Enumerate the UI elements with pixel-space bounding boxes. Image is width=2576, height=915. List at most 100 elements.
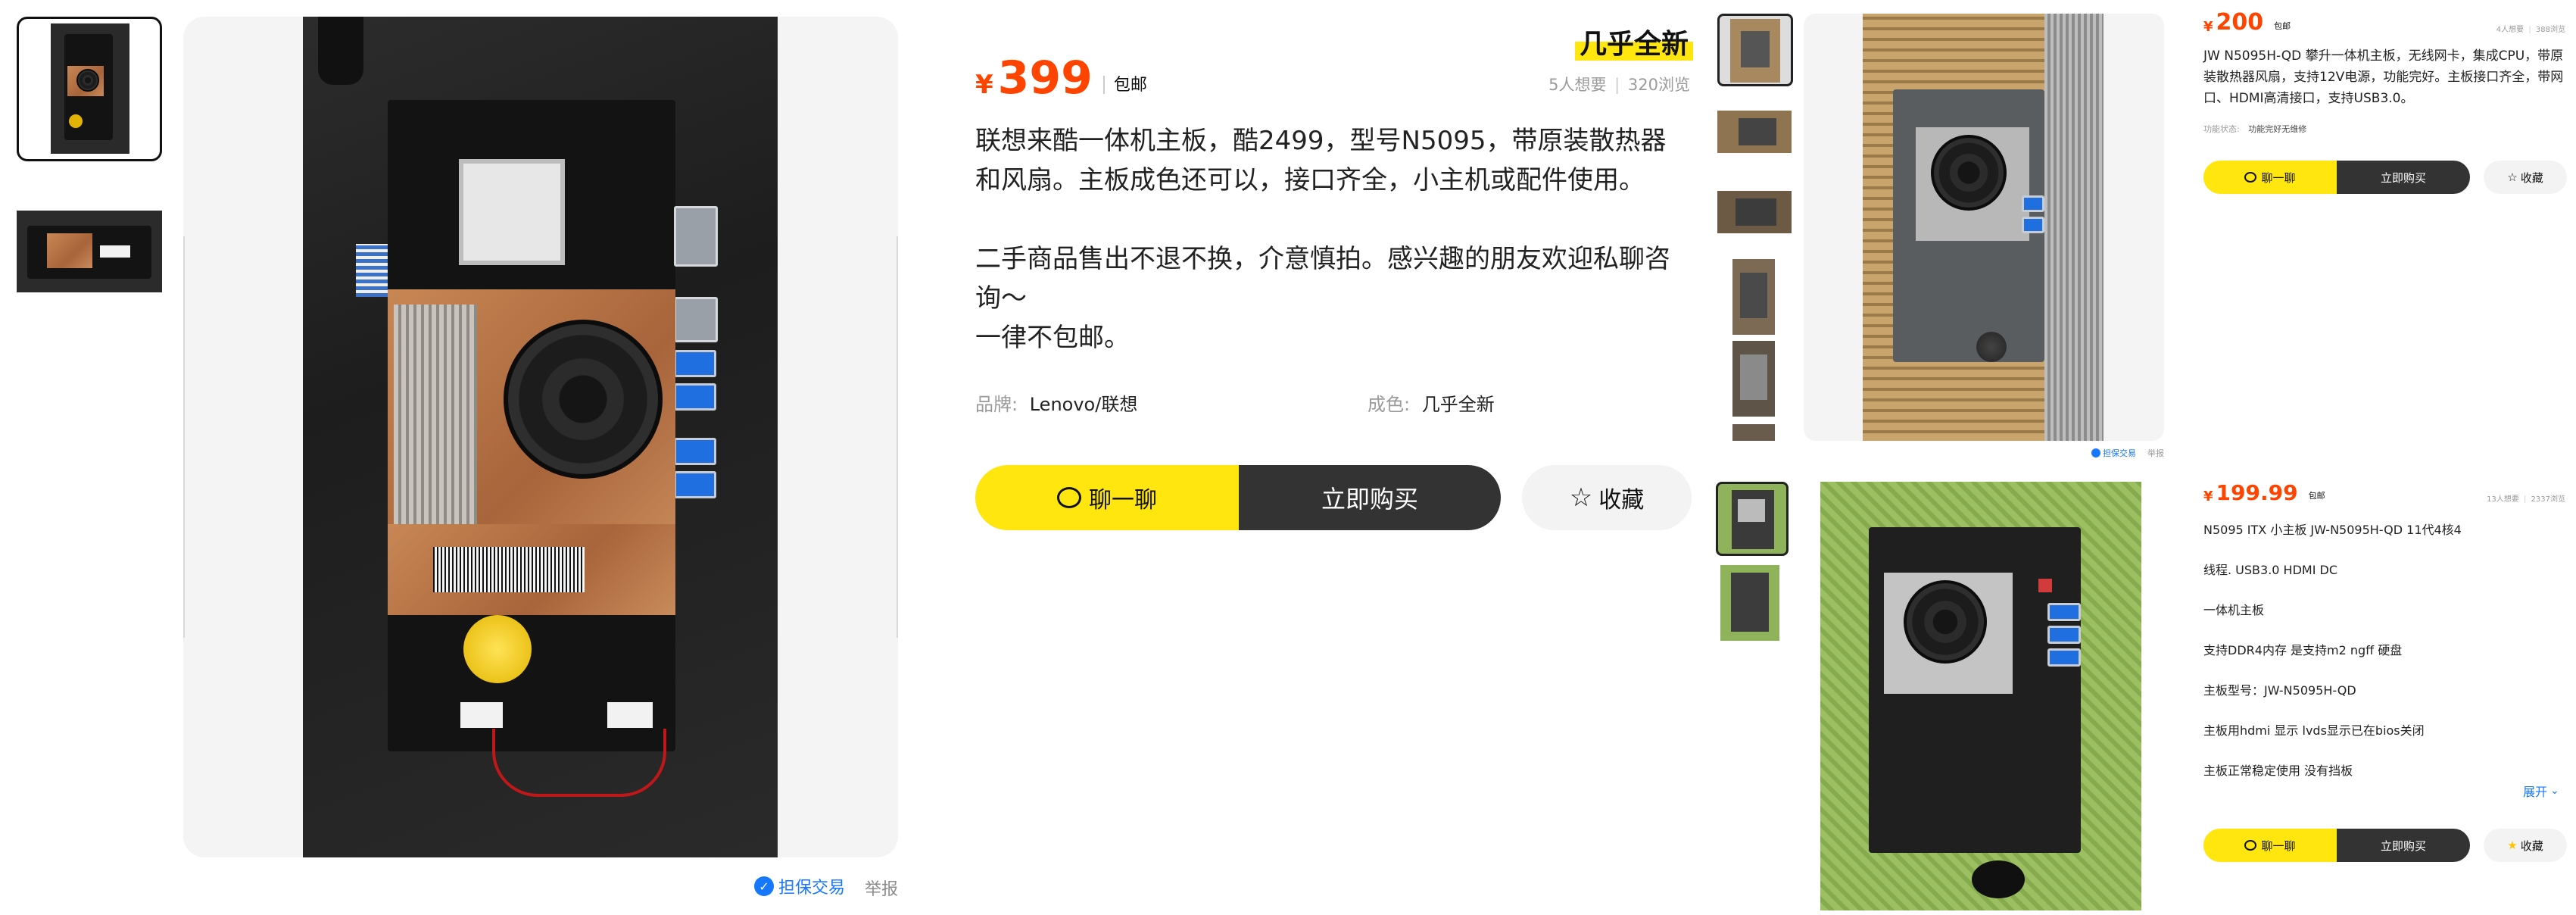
rt-thumbnail-6[interactable] (1732, 424, 1775, 441)
rb-thumbnail-1-selected[interactable] (1716, 482, 1789, 556)
rt-thumbnail-1-selected[interactable] (1717, 14, 1793, 86)
rt-main-image-card[interactable] (1804, 14, 2164, 441)
rt-thumbnail-2[interactable] (1717, 111, 1792, 153)
rb-description-line: 支持DDR4内存 是支持m2 ngff 硬盘 (2203, 643, 2403, 657)
guarantee-badge[interactable]: ✓ 担保交易 (754, 873, 845, 900)
rt-star-icon: ☆ (2507, 170, 2518, 184)
favorite-button[interactable]: ☆ 收藏 (1522, 465, 1692, 530)
rt-function-value: 功能完好无维修 (2248, 124, 2307, 134)
price-divider (1102, 76, 1105, 94)
rb-favorite-label: 收藏 (2520, 838, 2543, 853)
rb-expand-link[interactable]: 展开 ⌄ (2523, 782, 2559, 800)
condition-badge-label: 几乎全新 (1580, 29, 1689, 60)
rt-stats-row: 4人想要 | 388浏览 (2496, 26, 2565, 34)
rb-description-line: N5095 ITX 小主板 JW-N5095H-QD 11代4核4 (2203, 523, 2462, 537)
rt-thumbnail-4[interactable] (1732, 259, 1775, 335)
rt-function-status: 功能状态: 功能完好无维修 (2203, 123, 2306, 135)
rt-description: JW N5095H-QD 攀升一体机主板，无线网卡，集成CPU，带原装散热器风扇… (2203, 48, 2564, 106)
rt-price-value: 200 (2216, 9, 2264, 36)
rt-buy-now-button[interactable]: 立即购买 (2337, 161, 2470, 194)
stats-row: 5人想要 | 320浏览 (1548, 76, 1690, 94)
rb-price-currency: ¥ (2203, 489, 2213, 504)
description-line: 二手商品售出不退不换，介意慎拍。感兴趣的朋友欢迎私聊咨 (975, 244, 1670, 274)
rt-views-count: 388浏览 (2535, 26, 2565, 34)
description-line: 询～ (975, 283, 1027, 314)
favorite-label: 收藏 (1598, 487, 1645, 514)
rt-thumbnail-5[interactable] (1732, 341, 1775, 417)
rb-product-photo (1820, 482, 2141, 910)
rb-buy-now-button[interactable]: 立即购买 (2337, 829, 2470, 862)
main-image-card[interactable] (183, 17, 898, 857)
price-currency: ¥ (975, 70, 993, 100)
rt-function-label: 功能状态: (2203, 124, 2240, 134)
views-count: 320浏览 (1627, 76, 1690, 94)
chat-button-label: 聊一聊 (1089, 487, 1157, 514)
buy-now-button[interactable]: 立即购买 (1239, 465, 1501, 530)
attribute-brand-label: 品牌: (975, 394, 1018, 415)
rt-thumbnail-3[interactable] (1717, 191, 1792, 233)
wants-count: 5人想要 (1548, 76, 1607, 94)
chat-bubble-icon (1057, 487, 1081, 508)
thumbnail-1-selected[interactable] (17, 17, 162, 161)
rt-report-link[interactable]: 举报 (2147, 447, 2164, 459)
guarantee-label: 担保交易 (778, 879, 846, 898)
price-value: 399 (997, 52, 1093, 105)
price-row: ¥ 399 包邮 (975, 55, 1147, 101)
rb-chat-button[interactable]: 聊一聊 (2203, 829, 2337, 862)
rb-shipping-label: 包邮 (2308, 491, 2325, 501)
chat-button[interactable]: 聊一聊 (975, 465, 1239, 530)
rt-shield-icon (2091, 448, 2100, 458)
rb-chat-label: 聊一聊 (2261, 838, 2296, 853)
attribute-condition: 成色: 几乎全新 (1368, 389, 1495, 416)
rt-product-photo (1863, 14, 2104, 441)
shipping-label: 包邮 (1113, 76, 1147, 95)
attribute-condition-value: 几乎全新 (1421, 394, 1495, 415)
rb-description-line: 主板型号：JW-N5095H-QD (2203, 683, 2356, 698)
rt-chat-label: 聊一聊 (2261, 170, 2296, 185)
rb-description: N5095 ITX 小主板 JW-N5095H-QD 11代4核4 线程. US… (2203, 520, 2559, 791)
rb-price-row: ¥ 199.99 包邮 (2203, 480, 2325, 505)
rb-favorite-button[interactable]: ★ 收藏 (2484, 829, 2567, 862)
thumbnail-2[interactable] (17, 211, 162, 292)
rb-chat-bubble-icon (2244, 840, 2257, 851)
rb-description-line: 主板用hdmi 显示 lvds显示已在bios关闭 (2203, 723, 2425, 738)
buy-now-label: 立即购买 (1321, 485, 1418, 514)
rb-stats-row: 13人想要 | 2337浏览 (2487, 495, 2565, 504)
condition-badge: 几乎全新 (1575, 23, 1694, 61)
rb-wants-count: 13人想要 (2487, 495, 2519, 504)
rb-main-image-card[interactable] (1804, 482, 2164, 910)
rb-expand-label: 展开 (2523, 785, 2548, 799)
rt-shipping-label: 包邮 (2274, 21, 2291, 31)
rt-price-currency: ¥ (2203, 19, 2213, 35)
description-line: 联想来酷一体机主板，酷2499，型号N5095，带原装散热器 (975, 126, 1667, 156)
description-line: 一律不包邮。 (975, 323, 1130, 353)
rb-star-icon: ★ (2507, 838, 2518, 852)
rt-chat-button[interactable]: 聊一聊 (2203, 161, 2337, 194)
rb-thumbnail-2[interactable] (1720, 565, 1779, 641)
attribute-brand: 品牌: Lenovo/联想 (975, 389, 1137, 416)
rt-favorite-label: 收藏 (2520, 170, 2543, 185)
rb-description-line: 一体机主板 (2203, 603, 2265, 617)
rb-buy-now-label: 立即购买 (2380, 838, 2426, 853)
rb-description-line: 主板正常稳定使用 没有挡板 (2203, 764, 2353, 778)
attribute-condition-label: 成色: (1368, 394, 1411, 415)
rb-price-value: 199.99 (2216, 480, 2298, 505)
shield-icon: ✓ (754, 876, 774, 896)
rt-favorite-button[interactable]: ☆ 收藏 (2484, 161, 2567, 194)
chevron-down-icon: ⌄ (2550, 785, 2559, 797)
star-icon: ☆ (1569, 482, 1593, 513)
description-line: 和风扇。主板成色还可以，接口齐全，小主机或配件使用。 (975, 165, 1645, 195)
rt-guarantee-label: 担保交易 (2103, 448, 2136, 458)
report-link[interactable]: 举报 (865, 876, 898, 900)
rt-buy-now-label: 立即购买 (2380, 170, 2426, 185)
rb-description-line: 线程. USB3.0 HDMI DC (2203, 563, 2338, 577)
rt-price-row: ¥ 200 包邮 (2203, 9, 2291, 36)
rt-guarantee-badge[interactable]: 担保交易 举报 (2091, 447, 2164, 459)
rb-views-count: 2337浏览 (2531, 495, 2565, 504)
main-product-photo (303, 17, 778, 857)
rt-chat-bubble-icon (2244, 172, 2257, 183)
description: 联想来酷一体机主板，酷2499，型号N5095，带原装散热器 和风扇。主板成色还… (975, 121, 1695, 358)
rt-wants-count: 4人想要 (2496, 26, 2525, 34)
attribute-brand-value: Lenovo/联想 (1029, 394, 1138, 415)
description-line (975, 200, 1695, 239)
